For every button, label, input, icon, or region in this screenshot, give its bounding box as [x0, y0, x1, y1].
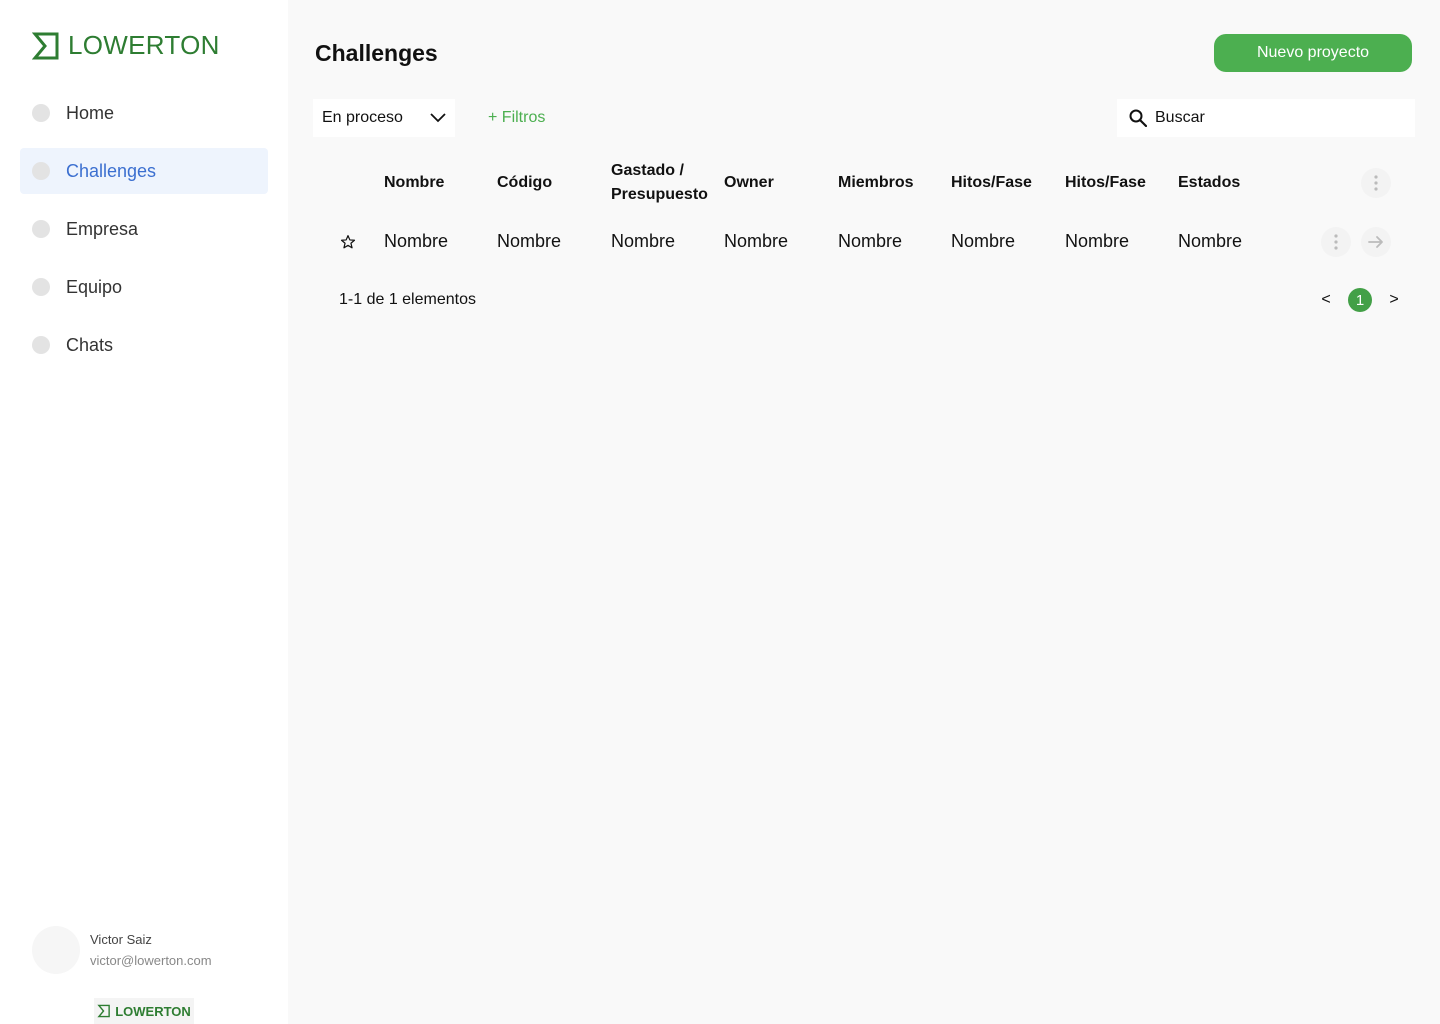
user-profile[interactable]: Victor Saiz victor@lowerton.com [32, 926, 212, 974]
sidebar-item-label: Equipo [66, 276, 123, 297]
kebab-icon [1334, 234, 1338, 250]
sidebar-item-label: Challenges [66, 160, 157, 181]
pagination: < 1 > [1314, 288, 1406, 312]
star-icon[interactable] [340, 234, 356, 250]
logo-mark-icon [32, 32, 59, 59]
avatar [32, 926, 80, 974]
chats-icon [32, 336, 50, 354]
empresa-icon [32, 220, 50, 238]
table-cell: Nombre [838, 231, 903, 251]
table-cell: Nombre [951, 231, 1016, 251]
kebab-icon [1374, 175, 1378, 191]
sidebar-item-label: Chats [66, 334, 114, 355]
user-email: victor@lowerton.com [90, 953, 212, 968]
column-header-miembros[interactable]: Miembros [838, 171, 914, 195]
column-header-nombre[interactable]: Nombre [384, 171, 444, 195]
logo-mark-icon [97, 1004, 111, 1018]
row-options-button[interactable] [1321, 227, 1351, 257]
table-cell: Nombre [384, 231, 449, 251]
home-icon [32, 104, 50, 122]
table-options-button[interactable] [1361, 168, 1391, 198]
table-cell: Nombre [1065, 231, 1130, 251]
pagination-summary: 1-1 de 1 elementos [339, 291, 476, 308]
sidebar-item-challenges[interactable]: Challenges [20, 148, 268, 194]
new-project-button[interactable]: Nuevo proyecto [1214, 34, 1412, 72]
footer-logo: LOWERTON [94, 998, 194, 1024]
search-input[interactable] [1155, 109, 1405, 127]
table-cell: Nombre [611, 231, 676, 251]
column-header-owner[interactable]: Owner [724, 171, 774, 195]
sidebar-item-chats[interactable]: Chats [20, 322, 268, 368]
sidebar: LOWERTON Home Challenges Empresa Equipo … [0, 0, 288, 1024]
column-header-hitos-fase[interactable]: Hitos/Fase [951, 171, 1032, 195]
column-header-codigo[interactable]: Código [497, 171, 552, 195]
footer-brand-name: LOWERTON [115, 1003, 191, 1019]
sidebar-nav: Home Challenges Empresa Equipo Chats [20, 90, 268, 380]
page-title: Challenges [315, 40, 438, 66]
brand-logo[interactable]: LOWERTON [32, 30, 220, 61]
sidebar-item-label: Empresa [66, 218, 139, 239]
sidebar-item-empresa[interactable]: Empresa [20, 206, 268, 252]
user-name: Victor Saiz [90, 932, 152, 947]
table-cell: Nombre [497, 231, 562, 251]
prev-page-button[interactable]: < [1314, 291, 1338, 309]
equipo-icon [32, 278, 50, 296]
status-select[interactable]: En proceso [313, 99, 455, 137]
arrow-right-icon [1368, 236, 1383, 248]
sidebar-item-home[interactable]: Home [20, 90, 268, 136]
column-header-hitos-fase-2[interactable]: Hitos/Fase [1065, 171, 1146, 195]
column-header-gastado-presupuesto[interactable]: Gastado / Presupuesto [611, 159, 711, 207]
challenges-icon [32, 162, 50, 180]
next-page-button[interactable]: > [1382, 291, 1406, 309]
column-header-estados[interactable]: Estados [1178, 171, 1240, 195]
chevron-down-icon [430, 113, 446, 123]
table-cell: Nombre [724, 231, 789, 251]
brand-name: LOWERTON [68, 30, 220, 60]
page-button-current[interactable]: 1 [1348, 288, 1372, 312]
search-box[interactable] [1117, 99, 1415, 137]
sidebar-item-label: Home [66, 102, 115, 123]
status-select-value: En proceso [322, 109, 403, 126]
row-open-button[interactable] [1361, 227, 1391, 257]
search-icon [1129, 109, 1147, 127]
table-cell: Nombre [1178, 231, 1243, 251]
sidebar-item-equipo[interactable]: Equipo [20, 264, 268, 310]
filters-button[interactable]: + Filtros [488, 109, 545, 127]
